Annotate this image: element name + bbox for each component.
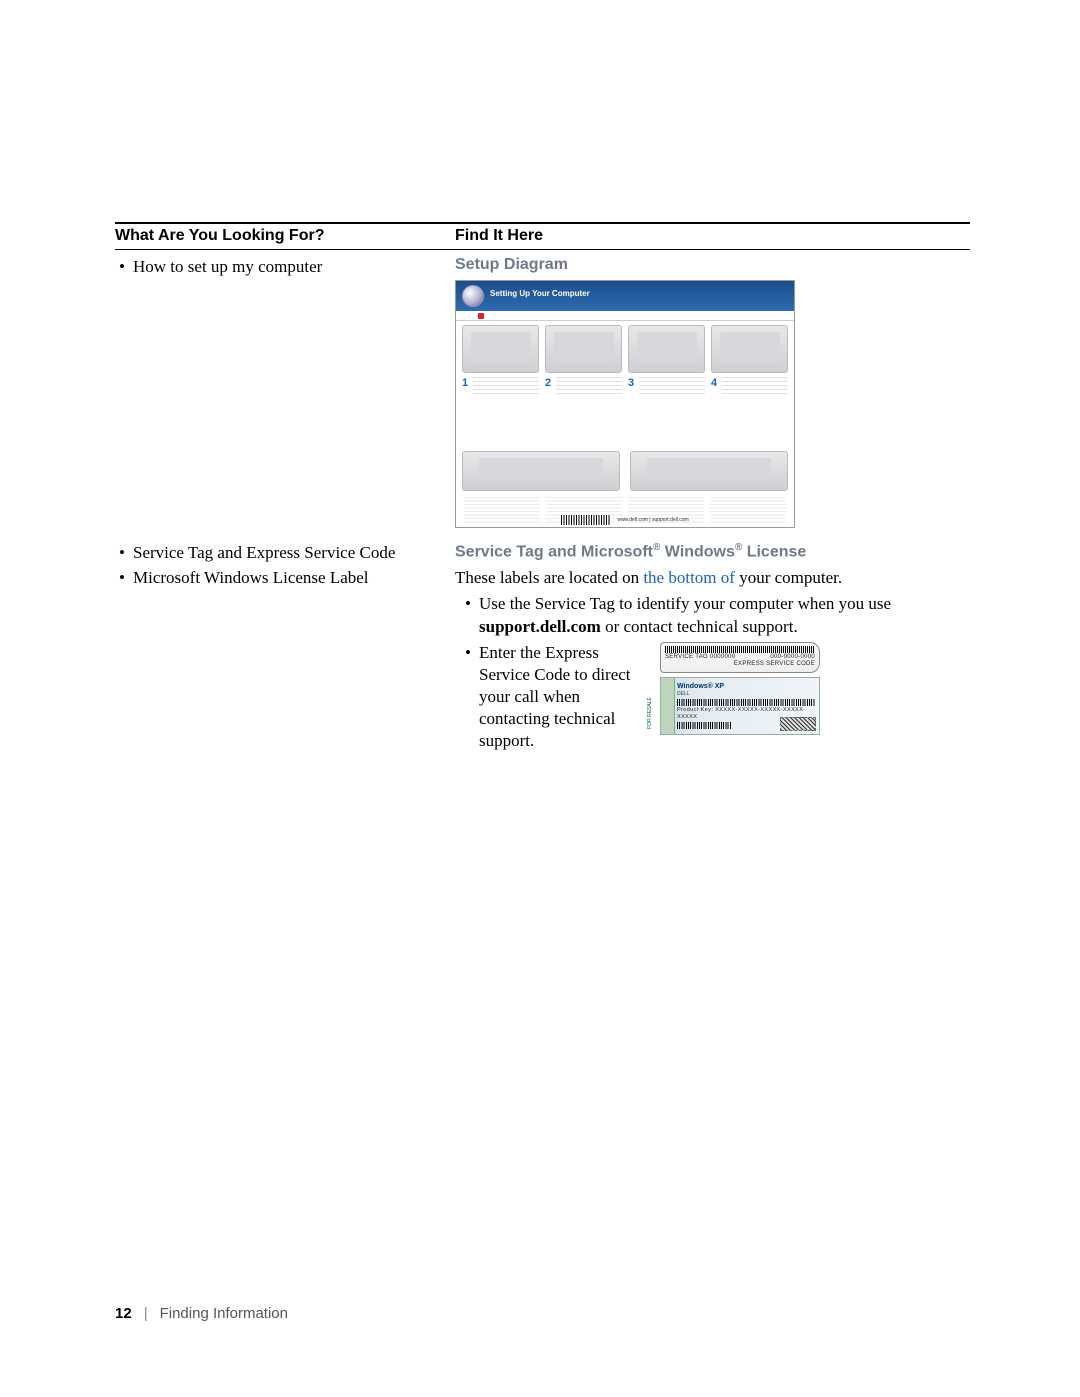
header-left: What Are You Looking For?: [115, 227, 455, 245]
list-item: How to set up my computer: [115, 256, 455, 279]
dell-logo-icon: [462, 285, 484, 307]
step-text-placeholder: [639, 377, 705, 395]
barcode-icon: [561, 515, 611, 525]
windows-coa-label: FOR RESALE Windows® XP DELL Product Key:…: [660, 677, 820, 735]
row2-left: Service Tag and Express Service Code Mic…: [115, 542, 455, 756]
row2-right-bullets: Use the Service Tag to identify your com…: [455, 593, 970, 752]
setup-diagram-heading: Setup Diagram: [455, 256, 970, 274]
service-tag-heading: Service Tag and Microsoft® Windows® Lice…: [455, 542, 970, 561]
diagram-footer: www.dell.com | support.dell.com: [456, 515, 794, 525]
labels-location-text: These labels are located on the bottom o…: [455, 567, 970, 589]
row2-bullets: Service Tag and Express Service Code Mic…: [115, 542, 455, 590]
header-right: Find It Here: [455, 227, 970, 245]
express-code-text: Enter the Express Service Code to direct…: [479, 642, 644, 752]
diagram-steps: 1 2 3: [456, 321, 794, 451]
setup-diagram-illustration: Setting Up Your Computer 1 2: [455, 280, 795, 528]
diagram-footer-url: www.dell.com | support.dell.com: [617, 517, 688, 523]
step-number: 1: [462, 377, 470, 389]
diagram-caution-bar: [456, 311, 794, 321]
coa-title: Windows® XP: [677, 682, 815, 691]
list-item: Microsoft Windows License Label: [115, 567, 455, 590]
support-url: support.dell.com: [479, 617, 601, 636]
footer-section: Finding Information: [160, 1305, 288, 1322]
step-text-placeholder: [556, 377, 622, 395]
diagram-lower: [456, 451, 794, 495]
list-item: Enter the Express Service Code to direct…: [455, 642, 970, 752]
footer-divider: |: [144, 1305, 148, 1322]
diagram-title: Setting Up Your Computer: [490, 289, 590, 298]
step-number: 2: [545, 377, 553, 389]
express-code-number: 000-0000-0000: [770, 654, 815, 662]
bottom-of-link[interactable]: the bottom of: [643, 568, 735, 587]
rule-top: [115, 222, 970, 224]
step-number: 4: [711, 377, 719, 389]
laptop-icon: [462, 325, 539, 373]
page-footer: 12 | Finding Information: [115, 1305, 288, 1322]
diagram-subtitle: [490, 299, 590, 304]
coa-side-text: FOR RESALE: [647, 692, 703, 734]
service-tag-label: SERVICE TAG 0000000 000-0000-0000 EXPRES…: [660, 642, 820, 674]
service-tag-text: SERVICE TAG 0000000: [665, 654, 735, 662]
hologram-icon: [780, 717, 816, 731]
express-code-label: EXPRESS SERVICE CODE: [734, 661, 815, 669]
labels-illustration: SERVICE TAG 0000000 000-0000-0000 EXPRES…: [660, 642, 820, 736]
diagram-title-band: Setting Up Your Computer: [456, 281, 794, 311]
table-header-row: What Are You Looking For? Find It Here: [115, 227, 970, 250]
step-number: 3: [628, 377, 636, 389]
laptop-icon: [628, 325, 705, 373]
page-number: 12: [115, 1305, 132, 1322]
laptop-icon: [711, 325, 788, 373]
table-row: How to set up my computer Setup Diagram …: [115, 250, 970, 528]
row1-right: Setup Diagram Setting Up Your Computer 1: [455, 256, 970, 528]
list-item: Service Tag and Express Service Code: [115, 542, 455, 565]
row1-bullets: How to set up my computer: [115, 256, 455, 279]
list-item: Use the Service Tag to identify your com…: [455, 593, 970, 637]
barcode-icon: [665, 646, 815, 653]
table-row: Service Tag and Express Service Code Mic…: [115, 528, 970, 756]
laptop-ports-icon: [462, 451, 620, 491]
laptop-icon: [545, 325, 622, 373]
row2-right: Service Tag and Microsoft® Windows® Lice…: [455, 542, 970, 756]
step-text-placeholder: [722, 377, 788, 395]
row1-left: How to set up my computer: [115, 256, 455, 528]
laptop-open-icon: [630, 451, 788, 491]
step-text-placeholder: [473, 377, 539, 395]
